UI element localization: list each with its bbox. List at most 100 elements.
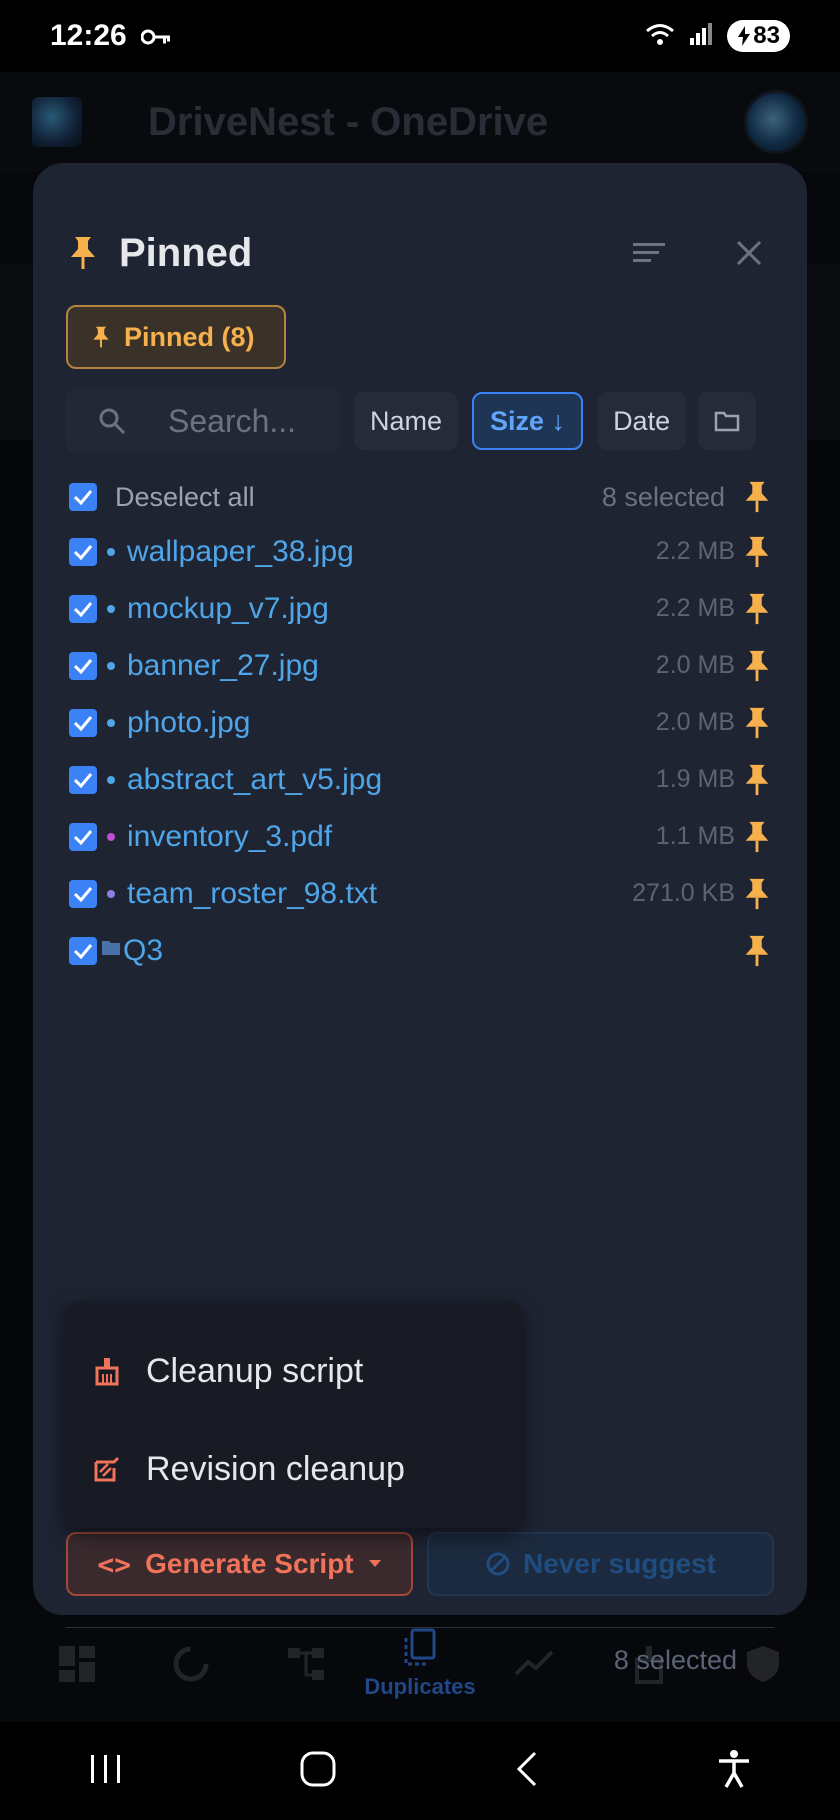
- home-icon[interactable]: [299, 1750, 337, 1793]
- generate-script-menu: Cleanup script Revision cleanup: [66, 1302, 522, 1528]
- pinned-chip-label: Pinned (8): [124, 321, 255, 352]
- file-name[interactable]: wallpaper_38.jpg: [127, 535, 354, 569]
- sort-size-button[interactable]: Size ↓: [472, 392, 584, 450]
- check-icon: [73, 886, 93, 902]
- folder-icon: [101, 939, 121, 962]
- check-icon: [73, 772, 93, 788]
- filter-toolbar: Name Size ↓ Date: [66, 389, 774, 453]
- file-name[interactable]: abstract_art_v5.jpg: [127, 763, 382, 797]
- file-type-dot: [107, 775, 115, 784]
- wifi-icon: [645, 22, 675, 51]
- sort-date-button[interactable]: Date: [597, 392, 687, 450]
- close-icon: [736, 240, 762, 266]
- file-size: 271.0 KB: [632, 879, 735, 907]
- file-size: 2.2 MB: [655, 594, 735, 622]
- selected-count: 8 selected: [601, 481, 725, 512]
- broom-icon: [95, 1358, 119, 1386]
- status-bar: 12:26 83: [0, 0, 840, 72]
- select-all-checkbox[interactable]: [69, 483, 97, 511]
- file-row[interactable]: abstract_art_v5.jpg 1.9 MB: [69, 751, 771, 808]
- back-icon[interactable]: [513, 1750, 541, 1793]
- check-icon: [73, 490, 93, 505]
- file-row[interactable]: team_roster_98.txt 271.0 KB: [69, 865, 771, 922]
- file-checkbox[interactable]: [69, 708, 97, 737]
- pin-icon: [71, 237, 95, 269]
- file-checkbox[interactable]: [69, 936, 97, 965]
- file-checkbox[interactable]: [69, 822, 97, 851]
- menu-item-revision-cleanup[interactable]: Revision cleanup: [66, 1420, 522, 1518]
- file-size: 2.0 MB: [655, 708, 735, 736]
- code-icon: <>: [97, 1547, 132, 1581]
- deselect-all-label[interactable]: Deselect all: [115, 482, 255, 513]
- pin-icon: [93, 326, 109, 348]
- sheet-title: Pinned: [119, 230, 253, 275]
- pin-icon[interactable]: [743, 649, 771, 683]
- search-box[interactable]: [66, 389, 340, 453]
- file-name[interactable]: team_roster_98.txt: [127, 877, 377, 911]
- sort-lines-icon: [633, 243, 665, 262]
- file-row[interactable]: photo.jpg 2.0 MB: [69, 694, 771, 751]
- file-name[interactable]: photo.jpg: [127, 706, 250, 740]
- generate-script-button[interactable]: <> Generate Script: [66, 1532, 413, 1596]
- pin-icon[interactable]: [743, 877, 771, 911]
- file-type-dot: [107, 547, 115, 556]
- file-row[interactable]: wallpaper_38.jpg 2.2 MB: [69, 523, 771, 580]
- file-type-dot: [107, 661, 115, 670]
- accessibility-icon[interactable]: [716, 1749, 752, 1794]
- folder-filter-button[interactable]: [698, 392, 757, 450]
- footer-divider: [66, 1627, 774, 1628]
- check-icon: [73, 544, 93, 560]
- block-icon: [486, 1552, 510, 1576]
- pin-icon[interactable]: [743, 535, 771, 569]
- file-name[interactable]: inventory_3.pdf: [127, 820, 332, 854]
- file-checkbox[interactable]: [69, 765, 97, 794]
- sheet-header: Pinned: [69, 223, 771, 283]
- folder-icon: [714, 411, 740, 432]
- file-type-dot: [107, 718, 115, 727]
- file-size: 1.1 MB: [655, 822, 735, 850]
- sort-name-button[interactable]: Name: [354, 392, 459, 450]
- file-type-dot: [107, 832, 115, 841]
- pin-icon[interactable]: [743, 706, 771, 740]
- revision-cleanup-icon: [94, 1456, 120, 1482]
- menu-item-label: Cleanup script: [146, 1351, 364, 1390]
- file-row[interactable]: banner_27.jpg 2.0 MB: [69, 637, 771, 694]
- pin-icon[interactable]: [743, 820, 771, 854]
- never-suggest-button[interactable]: Never suggest: [427, 1532, 774, 1596]
- file-row[interactable]: Q3: [69, 922, 771, 979]
- file-type-dot: [107, 604, 115, 613]
- check-icon: [73, 658, 93, 674]
- generate-script-label: Generate Script: [145, 1548, 354, 1579]
- footer-selected-count: 8 selected: [613, 1645, 737, 1675]
- battery-level: 83: [753, 22, 780, 49]
- check-icon: [73, 715, 93, 731]
- search-icon: [99, 408, 126, 435]
- file-size: 2.0 MB: [655, 651, 735, 679]
- file-checkbox[interactable]: [69, 537, 97, 566]
- file-name[interactable]: Q3: [123, 934, 163, 968]
- pinned-filter-chip[interactable]: Pinned (8): [66, 305, 286, 369]
- file-name[interactable]: mockup_v7.jpg: [127, 592, 329, 626]
- check-icon: [73, 601, 93, 617]
- check-icon: [73, 829, 93, 845]
- file-checkbox[interactable]: [69, 651, 97, 680]
- file-size: 1.9 MB: [655, 765, 735, 793]
- menu-item-label: Revision cleanup: [146, 1449, 405, 1488]
- file-type-dot: [107, 889, 115, 898]
- key-icon: [140, 28, 171, 45]
- menu-item-cleanup-script[interactable]: Cleanup script: [66, 1322, 522, 1420]
- close-button[interactable]: [727, 231, 771, 275]
- search-input[interactable]: [168, 402, 338, 440]
- file-row[interactable]: inventory_3.pdf 1.1 MB: [69, 808, 771, 865]
- sort-menu-button[interactable]: [627, 231, 671, 275]
- file-checkbox[interactable]: [69, 594, 97, 623]
- file-name[interactable]: banner_27.jpg: [127, 649, 319, 683]
- recents-icon[interactable]: [88, 1753, 124, 1790]
- file-row[interactable]: mockup_v7.jpg 2.2 MB: [69, 580, 771, 637]
- file-checkbox[interactable]: [69, 879, 97, 908]
- pin-icon[interactable]: [743, 592, 771, 626]
- system-navigation: [0, 1722, 840, 1820]
- pin-icon[interactable]: [743, 934, 771, 968]
- never-suggest-label: Never suggest: [523, 1548, 716, 1579]
- pin-icon[interactable]: [743, 763, 771, 797]
